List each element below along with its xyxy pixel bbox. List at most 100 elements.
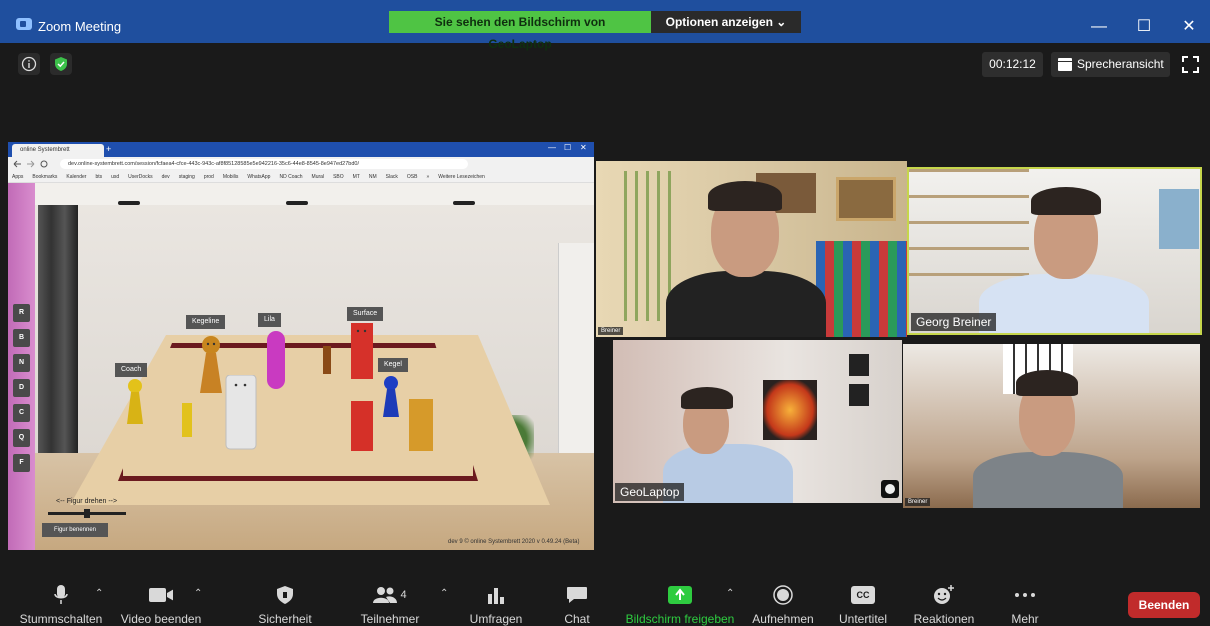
shield-icon [55,57,67,71]
participant-name: Georg Breiner [911,313,997,331]
participant-body [666,271,826,337]
meeting-info-button[interactable] [18,53,40,75]
new-tab-button[interactable]: + [106,144,111,154]
meeting-toolbar: Stummschalten ⌃ Video beenden ⌃ Sicherhe… [0,575,1210,626]
end-meeting-button[interactable]: Beenden [1128,592,1200,618]
browser-address-bar: dev.online-systembrett.com/session/fcfae… [8,157,594,171]
bookmark-item[interactable]: Bookmarks [32,174,57,180]
chat-bubble-icon [567,587,587,603]
wall-pictures-image [849,354,869,406]
subtitles-label: Untertitel [838,612,888,626]
share-screen-button[interactable]: Bildschirm freigeben [620,575,740,626]
browser-minimize[interactable]: — [548,143,556,152]
view-grid-icon [1058,58,1072,71]
bookmark-item[interactable]: usd [111,174,119,180]
participants-button[interactable]: 4 Teilnehmer [352,575,428,626]
subtitles-button[interactable]: CC Untertitel [832,575,894,626]
security-button[interactable]: Sicherheit [250,575,320,626]
maximize-button[interactable]: ☐ [1129,12,1159,42]
zoom-window: Zoom Meeting — ☐ ✕ Sie sehen den Bildsch… [0,0,1210,626]
systembrett-board[interactable]: Coach Kegeline Lila Surface Kegel [8,183,594,550]
url-input[interactable]: dev.online-systembrett.com/session/fcfae… [60,159,468,169]
ceiling-light-icon [286,201,308,205]
fullscreen-icon[interactable] [1182,56,1199,73]
piece-label-kegel: Kegel [378,358,408,372]
polls-button[interactable]: Umfragen [464,575,528,626]
tool-button-d[interactable]: D [13,379,30,397]
nav-arrows-icon[interactable] [10,157,54,171]
kegel-piece[interactable] [380,375,402,419]
bookmark-item[interactable]: SBO [333,174,344,180]
bookmark-item[interactable]: WhatsApp [247,174,270,180]
window-title: Zoom Meeting [38,19,122,34]
participant-name: Breiner [905,498,931,506]
bookmark-item[interactable]: OSB [407,174,418,180]
video-tile-1[interactable]: Breiner [596,161,907,337]
piece-label-lila: Lila [258,313,281,327]
tool-button-b[interactable]: B [13,329,30,347]
window-image [1159,189,1199,249]
surface-piece[interactable] [350,323,374,381]
bookmark-item[interactable]: NM [369,174,377,180]
bookmark-item[interactable]: ND Coach [279,174,302,180]
kegeline-piece[interactable] [196,335,226,397]
browser-close[interactable]: ✕ [580,143,587,152]
speaker-view-button[interactable]: Sprecheransicht [1051,52,1170,77]
reactions-button[interactable]: Reaktionen [908,575,980,626]
mute-button[interactable]: Stummschalten [14,575,108,626]
coach-piece[interactable] [123,378,147,428]
tool-button-r[interactable]: R [13,304,30,322]
bookmark-item[interactable]: UserDocks [128,174,152,180]
minimize-button[interactable]: — [1084,12,1114,42]
orange-block-piece[interactable] [408,399,434,453]
participant-body [979,274,1149,333]
video-tile-4[interactable]: Breiner [903,344,1200,508]
tool-button-n[interactable]: N [13,354,30,372]
video-tile-3[interactable]: GeoLaptop [613,340,902,503]
reactions-label: Reaktionen [913,612,975,626]
bookmark-item[interactable]: staging [179,174,195,180]
bookmark-item[interactable]: bts [95,174,102,180]
tool-button-c[interactable]: C [13,404,30,422]
stop-video-button[interactable]: Video beenden [116,575,206,626]
participants-options-caret[interactable]: ⌃ [440,588,448,599]
bookmark-item[interactable]: Slack [386,174,398,180]
ceiling-light-icon [118,201,140,205]
speaker-view-label: Sprecheransicht [1077,57,1164,71]
close-button[interactable]: ✕ [1174,12,1204,42]
name-figure-button[interactable]: Figur benennen [42,523,108,537]
bookmark-item[interactable]: Mobilis [223,174,239,180]
bookmark-item[interactable]: Kalender [66,174,86,180]
chat-button[interactable]: Chat [552,575,602,626]
view-options-button[interactable]: Optionen anzeigen ⌄ [651,11,801,33]
more-button[interactable]: Mehr [1000,575,1050,626]
video-options-caret[interactable]: ⌃ [194,588,202,599]
bookmark-item[interactable]: prod [204,174,214,180]
record-button[interactable]: Aufnehmen [748,575,818,626]
white-tower-piece[interactable] [223,375,259,451]
participant-name: Breiner [598,327,624,335]
video-tile-2-active[interactable]: Georg Breiner [907,167,1202,335]
red-block-piece[interactable] [350,401,374,453]
encryption-status[interactable] [50,53,72,75]
turn-figure-slider[interactable] [48,509,126,518]
participant-body [973,452,1123,508]
small-yellow-piece[interactable] [180,403,194,439]
lila-piece[interactable] [265,331,287,391]
browser-tab[interactable]: online Systembrett [12,144,104,157]
browser-maximize[interactable]: ☐ [564,143,571,152]
tool-button-q[interactable]: Q [13,429,30,447]
small-brown-piece[interactable] [322,346,332,376]
share-arrow-icon [668,586,692,604]
bookmark-item[interactable]: Apps [12,174,23,180]
door-image [558,243,594,453]
tool-button-f[interactable]: F [13,454,30,472]
bookmark-item[interactable]: MT [353,174,360,180]
audio-options-caret[interactable]: ⌃ [95,588,103,599]
share-options-caret[interactable]: ⌃ [726,588,734,599]
bookmark-item[interactable]: dev [162,174,170,180]
bookmark-item[interactable]: Weitere Lesezeichen [438,174,485,180]
bookmark-item[interactable]: Mural [312,174,325,180]
share-banner: Sie sehen den Bildschirm von GeoLaptop O… [389,11,801,51]
bookmark-item[interactable]: » [426,174,429,180]
